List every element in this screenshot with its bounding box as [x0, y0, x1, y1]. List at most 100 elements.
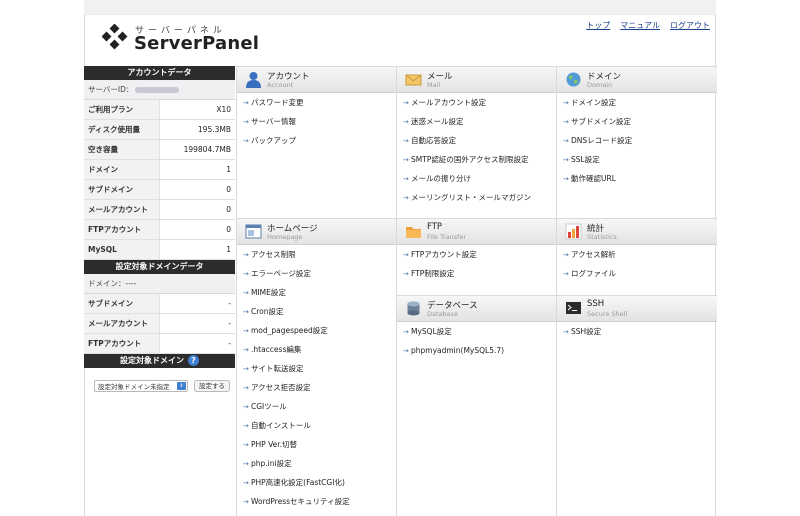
section-title: SSH [587, 299, 605, 309]
row-label: MySQL [84, 240, 160, 259]
manual-link[interactable]: マニュアル [620, 21, 660, 30]
menu-item-link[interactable]: → サイト転送設定 [237, 359, 397, 378]
menu-item-label: DNSレコード設定 [571, 136, 633, 145]
arrow-icon: → [243, 441, 249, 449]
logo-name: ServerPanel [134, 33, 260, 54]
menu-item-label: パスワード変更 [251, 98, 304, 107]
server-id-label: サーバーID： [88, 85, 134, 94]
arrow-icon: → [243, 479, 249, 487]
section-mail: メール Mail → メールアカウント設定 → 迷惑メール設定 → 自動応答設定 → SMTP… [397, 66, 557, 207]
menu-item-link[interactable]: → メーリングリスト・メールマガジン [397, 188, 557, 207]
menu-item-label: 迷惑メール設定 [411, 117, 464, 126]
domain-select[interactable]: 設定対象ドメイン未指定 ⇕ [94, 380, 188, 392]
section-ftp: FTP File Transfer → FTPアカウント設定 → FTP制限設定 [397, 218, 557, 283]
arrow-icon: → [403, 347, 409, 355]
menu-item-link[interactable]: → サブドメイン設定 [557, 112, 717, 131]
logo-diamond-icon [102, 24, 128, 50]
help-icon[interactable]: ? [188, 355, 199, 366]
menu-item-link[interactable]: → PHP Ver.切替 [237, 435, 397, 454]
menu-item-link[interactable]: → 自動インストール [237, 416, 397, 435]
menu-item-link[interactable]: → MySQL設定 [397, 322, 557, 341]
menu-item-link[interactable]: → 動作確認URL [557, 169, 717, 188]
section-database: データベース Database → MySQL設定 → phpmyadmin(MySQ… [397, 295, 557, 360]
arrow-icon: → [243, 346, 249, 354]
arrow-icon: → [243, 118, 249, 126]
menu-item-link[interactable]: → Cron設定 [237, 302, 397, 321]
account-icon [246, 72, 261, 88]
menu-item-link[interactable]: → 迷惑メール設定 [397, 112, 557, 131]
row-value: 0 [226, 185, 231, 194]
menu-item-link[interactable]: → アクセス制限 [237, 245, 397, 264]
logout-link[interactable]: ログアウト [670, 21, 710, 30]
ftp-folder-icon [406, 227, 421, 238]
arrow-icon: → [243, 460, 249, 468]
menu-item-link[interactable]: → メールの振り分け [397, 169, 557, 188]
domain-select-value: 設定対象ドメイン未指定 [98, 383, 170, 391]
menu-item-label: アクセス解析 [571, 250, 616, 259]
menu-item-link[interactable]: → SSH設定 [557, 322, 717, 341]
arrow-icon: → [563, 137, 569, 145]
section-subtitle: Secure Shell [587, 310, 628, 318]
menu-item-link[interactable]: → エラーページ設定 [237, 264, 397, 283]
menu-item-label: MIME設定 [251, 288, 286, 297]
arrow-icon: → [243, 270, 249, 278]
menu-item-label: メールの振り分け [411, 174, 471, 183]
domain-globe-icon [566, 72, 581, 87]
arrow-icon: → [403, 251, 409, 259]
section-header-account: アカウント Account [237, 66, 397, 93]
row-label: 空き容量 [84, 140, 160, 159]
menu-item-link[interactable]: → SMTP認証の国外アクセス制限設定 [397, 150, 557, 169]
arrow-icon: → [243, 308, 249, 316]
account-data-header: アカウントデータ [84, 66, 235, 80]
menu-item-link[interactable]: → アクセス拒否設定 [237, 378, 397, 397]
menu-item-link[interactable]: → FTP制限設定 [397, 264, 557, 283]
section-domain: ドメイン Domain → ドメイン設定 → サブドメイン設定 → DNSレコード設定 → S… [557, 66, 717, 188]
section-subtitle: File Transfer [427, 233, 467, 241]
menu-item-link[interactable]: → FTPアカウント設定 [397, 245, 557, 264]
row-value: 0 [226, 205, 231, 214]
menu-item-link[interactable]: → PHP高速化設定(FastCGI化) [237, 473, 397, 492]
menu-item-link[interactable]: → 自動応答設定 [397, 131, 557, 150]
menu-item-link[interactable]: → SSL設定 [557, 150, 717, 169]
menu-item-link[interactable]: → php.ini設定 [237, 454, 397, 473]
top-links: トップ マニュアル ログアウト [576, 20, 710, 31]
row-label: ディスク使用量 [84, 120, 160, 139]
ssh-terminal-icon [566, 302, 581, 314]
menu-item-link[interactable]: → .htaccess編集 [237, 340, 397, 359]
menu-item-link[interactable]: → MIME設定 [237, 283, 397, 302]
menu-item-label: ログファイル [571, 269, 616, 278]
menu-item-link[interactable]: → phpmyadmin(MySQL5.7) [397, 341, 557, 360]
arrow-icon: → [403, 99, 409, 107]
section-header-stats: 統計 Statistics [557, 218, 717, 245]
menu-item-label: FTPアカウント設定 [411, 250, 477, 259]
row-value: 195.3MB [197, 125, 231, 134]
menu-item-link[interactable]: → ログファイル [557, 264, 717, 283]
menu-item-link[interactable]: → メールアカウント設定 [397, 93, 557, 112]
section-subtitle: Database [427, 310, 459, 318]
menu-item-link[interactable]: → パスワード変更 [237, 93, 397, 112]
top-link[interactable]: トップ [586, 21, 610, 30]
menu-item-link[interactable]: → mod_pagespeed設定 [237, 321, 397, 340]
set-domain-button[interactable]: 設定する [194, 380, 230, 392]
menu-item-link[interactable]: → サーバー情報 [237, 112, 397, 131]
sidebar-data-row: FTPアカウント - [84, 334, 235, 354]
arrow-icon: → [243, 365, 249, 373]
menu-item-link[interactable]: → アクセス解析 [557, 245, 717, 264]
menu-item-label: .htaccess編集 [251, 345, 302, 354]
menu-item-label: php.ini設定 [251, 459, 292, 468]
arrow-icon: → [563, 175, 569, 183]
menu-item-label: Cron設定 [251, 307, 284, 316]
menu-item-list: → メールアカウント設定 → 迷惑メール設定 → 自動応答設定 → SMTP認証の国外アクセス… [397, 93, 557, 207]
section-homepage: ホームページ Homepage → アクセス制限 → エラーページ設定 → MIME設定 →… [237, 218, 397, 511]
menu-item-link[interactable]: → バックアップ [237, 131, 397, 150]
menu-item-link[interactable]: → WordPressセキュリティ設定 [237, 492, 397, 511]
domain-select-title: 設定対象ドメイン [120, 356, 184, 365]
menu-item-link[interactable]: → ドメイン設定 [557, 93, 717, 112]
arrow-icon: → [403, 328, 409, 336]
column-left: アカウント Account → パスワード変更 → サーバー情報 → バックアップ ホーム… [236, 66, 397, 516]
arrow-icon: → [403, 194, 409, 202]
menu-item-link[interactable]: → DNSレコード設定 [557, 131, 717, 150]
menu-item-label: SMTP認証の国外アクセス制限設定 [411, 155, 529, 164]
column-right: ドメイン Domain → ドメイン設定 → サブドメイン設定 → DNSレコード設定 → S… [556, 66, 717, 516]
menu-item-link[interactable]: → CGIツール [237, 397, 397, 416]
